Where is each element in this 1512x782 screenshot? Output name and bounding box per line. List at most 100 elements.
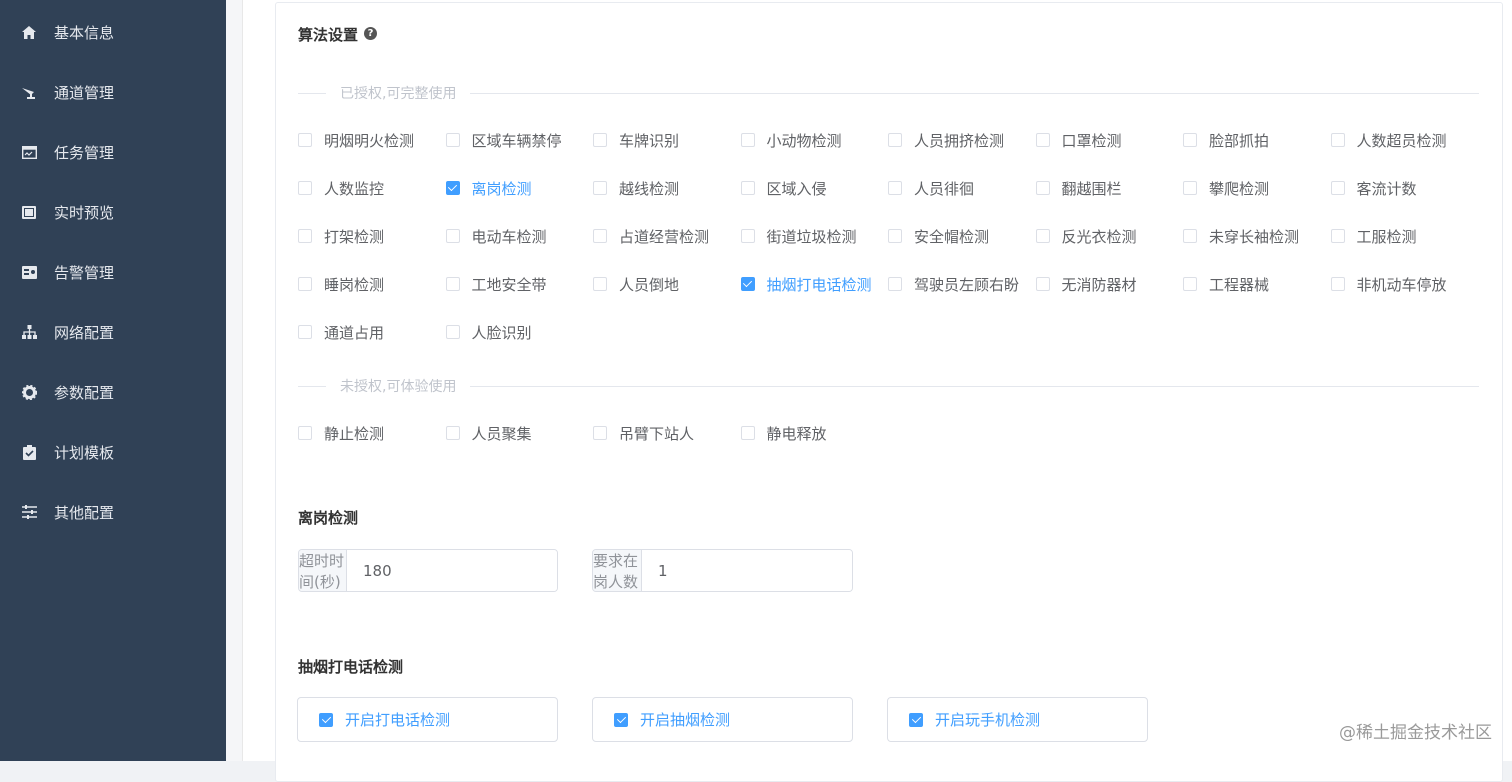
algorithm-checkbox-item[interactable]: 安全帽检测 xyxy=(888,225,989,247)
timeout-input[interactable] xyxy=(347,550,557,591)
checkbox[interactable] xyxy=(445,229,460,243)
algorithm-checkbox-item[interactable]: 驾驶员左顾右盼 xyxy=(888,273,1019,295)
checkbox[interactable] xyxy=(445,133,460,147)
algorithm-checkbox-item[interactable]: 通道占用 xyxy=(298,321,384,343)
algorithm-checkbox-item[interactable]: 静电释放 xyxy=(740,422,827,444)
algorithm-checkbox-item[interactable]: 人脸识别 xyxy=(445,321,532,343)
checkbox-label: 静止检测 xyxy=(324,424,385,443)
sidebar-item-network[interactable]: 网络配置 xyxy=(0,302,226,362)
checkbox[interactable] xyxy=(445,277,460,291)
algorithm-checkbox-item[interactable]: 工程器械 xyxy=(1183,273,1269,295)
checkbox-label: 口罩检测 xyxy=(1061,131,1122,150)
checkbox[interactable] xyxy=(593,426,607,440)
checkbox[interactable] xyxy=(1183,133,1197,147)
algorithm-checkbox-item[interactable]: 攀爬检测 xyxy=(1183,177,1269,199)
checkbox[interactable] xyxy=(593,277,607,291)
checkbox-label: 反光衣检测 xyxy=(1061,227,1137,246)
checkbox[interactable] xyxy=(1035,133,1050,147)
algorithm-checkbox-item[interactable]: 非机动车停放 xyxy=(1330,273,1447,295)
algorithm-checkbox-item[interactable]: 无消防器材 xyxy=(1035,273,1137,295)
algorithm-checkbox-item[interactable]: 街道垃圾检测 xyxy=(740,225,857,247)
algorithm-checkbox-item[interactable]: 电动车检测 xyxy=(445,225,547,247)
algorithm-checkbox-item[interactable]: 工地安全带 xyxy=(445,273,547,295)
checkbox[interactable] xyxy=(1035,277,1050,291)
sidebar-item-task[interactable]: 任务管理 xyxy=(0,122,226,182)
checkbox[interactable] xyxy=(1035,229,1050,243)
checkbox[interactable] xyxy=(298,277,312,291)
algorithm-checkbox-item[interactable]: 离岗检测 xyxy=(445,177,532,199)
checkbox[interactable] xyxy=(740,277,755,291)
checkbox[interactable] xyxy=(1330,229,1345,243)
algorithm-checkbox-item[interactable]: 工服检测 xyxy=(1330,225,1417,247)
checkbox-label: 抽烟打电话检测 xyxy=(766,275,872,294)
checkbox[interactable] xyxy=(614,712,628,727)
algorithm-checkbox-item[interactable]: 人员拥挤检测 xyxy=(888,129,1004,151)
checkbox[interactable] xyxy=(1330,277,1345,291)
algorithm-checkbox-item[interactable]: 吊臂下站人 xyxy=(593,422,694,444)
checkbox[interactable] xyxy=(1330,133,1345,147)
sidebar-item-preview[interactable]: 实时预览 xyxy=(0,182,226,242)
algorithm-checkbox-item[interactable]: 区域入侵 xyxy=(740,177,827,199)
algorithm-checkbox-item[interactable]: 人数监控 xyxy=(298,177,384,199)
checkbox[interactable] xyxy=(888,277,902,291)
algorithm-checkbox-item[interactable]: 静止检测 xyxy=(298,422,384,444)
sidebar-item-basic-info[interactable]: 基本信息 xyxy=(0,2,226,62)
checkbox[interactable] xyxy=(1330,181,1345,195)
algorithm-checkbox-item[interactable]: 人员聚集 xyxy=(445,422,532,444)
checkbox[interactable] xyxy=(319,712,333,727)
checkbox[interactable] xyxy=(740,229,755,243)
algorithm-checkbox-item[interactable]: 口罩检测 xyxy=(1035,129,1122,151)
algorithm-checkbox-item[interactable]: 客流计数 xyxy=(1330,177,1417,199)
algorithm-checkbox-item[interactable]: 车牌识别 xyxy=(593,129,679,151)
checkbox[interactable] xyxy=(888,229,902,243)
required-staff-input[interactable] xyxy=(642,550,852,591)
checkbox-label: 未穿长袖检测 xyxy=(1209,227,1300,246)
algorithm-checkbox-item[interactable]: 抽烟打电话检测 xyxy=(740,273,872,295)
algorithm-checkbox-item[interactable]: 占道经营检测 xyxy=(593,225,709,247)
algorithm-checkbox-item[interactable]: 未穿长袖检测 xyxy=(1183,225,1299,247)
algorithm-checkbox-item[interactable]: 睡岗检测 xyxy=(298,273,384,295)
algorithm-checkbox-item[interactable]: 人员倒地 xyxy=(593,273,679,295)
checkbox[interactable] xyxy=(593,181,607,195)
enable-phone-call-option[interactable]: 开启打电话检测 xyxy=(297,697,558,742)
checkbox[interactable] xyxy=(298,426,312,440)
sidebar-item-alarm[interactable]: 告警管理 xyxy=(0,242,226,302)
algorithm-checkbox-item[interactable]: 反光衣检测 xyxy=(1035,225,1137,247)
algorithm-checkbox-item[interactable]: 打架检测 xyxy=(298,225,384,247)
algorithm-checkbox-item[interactable]: 小动物检测 xyxy=(740,129,842,151)
sidebar-item-other[interactable]: 其他配置 xyxy=(0,482,226,542)
enable-phone-use-option[interactable]: 开启玩手机检测 xyxy=(887,697,1148,742)
checkbox[interactable] xyxy=(445,325,460,339)
algorithm-checkbox-item[interactable]: 明烟明火检测 xyxy=(298,129,414,151)
checkbox[interactable] xyxy=(909,712,923,727)
checkbox[interactable] xyxy=(298,325,312,339)
sidebar-item-channel[interactable]: 通道管理 xyxy=(0,62,226,122)
checkbox[interactable] xyxy=(1035,181,1050,195)
sidebar-item-plan-template[interactable]: 计划模板 xyxy=(0,422,226,482)
checkbox[interactable] xyxy=(1183,181,1197,195)
checkbox[interactable] xyxy=(593,133,607,147)
checkbox[interactable] xyxy=(298,229,312,243)
checkbox[interactable] xyxy=(740,426,755,440)
enable-smoking-option[interactable]: 开启抽烟检测 xyxy=(592,697,853,742)
checkbox[interactable] xyxy=(298,133,312,147)
algorithm-checkbox-item[interactable]: 人员徘徊 xyxy=(888,177,974,199)
sidebar-item-params[interactable]: 参数配置 xyxy=(0,362,226,422)
help-icon[interactable]: ? xyxy=(364,27,377,40)
algorithm-checkbox-item[interactable]: 人数超员检测 xyxy=(1330,129,1447,151)
checkbox[interactable] xyxy=(1183,277,1197,291)
checkbox[interactable] xyxy=(445,181,460,195)
algorithm-checkbox-item[interactable]: 翻越围栏 xyxy=(1035,177,1122,199)
checkbox[interactable] xyxy=(1183,229,1197,243)
algorithm-checkbox-item[interactable]: 区域车辆禁停 xyxy=(445,129,562,151)
checkbox[interactable] xyxy=(445,426,460,440)
algorithm-checkbox-item[interactable]: 脸部抓拍 xyxy=(1183,129,1269,151)
sidebar-item-label: 实时预览 xyxy=(54,203,115,222)
checkbox[interactable] xyxy=(888,133,902,147)
checkbox[interactable] xyxy=(888,181,902,195)
checkbox[interactable] xyxy=(740,133,755,147)
checkbox[interactable] xyxy=(593,229,607,243)
algorithm-checkbox-item[interactable]: 越线检测 xyxy=(593,177,679,199)
checkbox[interactable] xyxy=(298,181,312,195)
checkbox[interactable] xyxy=(740,181,755,195)
